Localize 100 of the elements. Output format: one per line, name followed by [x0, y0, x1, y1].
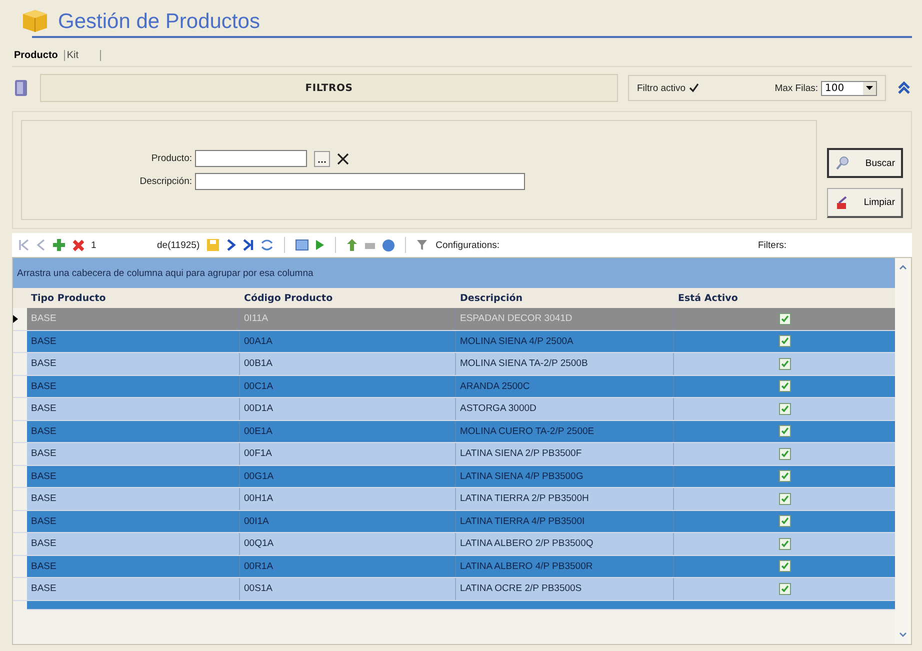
table-cell: BASE	[27, 330, 240, 352]
active-checkbox[interactable]	[778, 560, 790, 572]
first-icon[interactable]	[18, 239, 30, 251]
table-row[interactable]: BASE 00B1A MOLINA SIENA TA-2/P 2500B	[13, 353, 895, 376]
table-cell: BASE	[27, 308, 240, 330]
table-cell: 00G1A	[240, 466, 456, 487]
refresh-icon[interactable]	[260, 238, 274, 252]
table-cell: 00C1A	[240, 376, 456, 397]
table-row[interactable]: BASE 00C1A ARANDA 2500C	[13, 376, 895, 398]
table-cell: ESPADAN DECOR 3041D	[456, 308, 674, 330]
table-row[interactable]: BASE 00D1A ASTORGA 3000D	[13, 398, 895, 420]
table-cell: 00A1A	[240, 330, 456, 352]
delete-icon[interactable]	[72, 238, 85, 252]
last-icon[interactable]	[242, 239, 254, 251]
grid-icon[interactable]	[294, 239, 309, 251]
active-checkbox[interactable]	[778, 515, 790, 528]
scroll-down-icon[interactable]	[899, 632, 907, 638]
table-cell: BASE	[27, 398, 240, 420]
table-cell: 00F1A	[240, 443, 456, 464]
field-label: Producto:	[150, 153, 192, 164]
table-cell: LATINA ALBERO 2/P PB3500Q	[456, 533, 674, 554]
table-row[interactable]: BASE 00Q1A LATINA ALBERO 2/P PB3500Q	[13, 533, 895, 556]
scroll-up-icon[interactable]	[899, 264, 907, 270]
table-cell: 00I1A	[240, 510, 456, 532]
group-hint: Arrastra una cabecera de columna aqui para agrupar por esa columna	[17, 268, 314, 278]
table-row[interactable]: BASE 00H1A LATINA TIERRA 2/P PB3500H	[13, 488, 895, 510]
table-cell: BASE	[27, 510, 240, 532]
table-cell: BASE	[27, 533, 240, 554]
table-cell: 00E1A	[240, 420, 456, 442]
table-cell: BASE	[27, 556, 240, 577]
configurations-label: Configurations:	[436, 240, 501, 250]
field-label: Descripción:	[138, 176, 192, 187]
table-cell: ASTORGA 3000D	[456, 398, 674, 420]
column-header[interactable]: Está Activo	[674, 292, 895, 304]
table-cell: 00D1A	[240, 398, 456, 420]
table-cell: 00Q1A	[240, 533, 456, 554]
table-row[interactable]: BASE 00S1A LATINA OCRE 2/P PB3500S	[13, 578, 895, 600]
table-cell: BASE	[27, 420, 240, 442]
table-cell: BASE	[27, 353, 240, 374]
play-icon[interactable]	[314, 239, 325, 251]
action-button[interactable]: Limpiar	[827, 188, 903, 218]
table-cell: MOLINA CUERO TA-2/P 2500E	[456, 420, 674, 442]
table-cell: BASE	[27, 488, 240, 510]
table-row[interactable]: BASE 00A1A MOLINA SIENA 4/P 2500A	[13, 330, 895, 353]
column-header[interactable]: Tipo Producto	[27, 292, 240, 304]
record-number: 1	[91, 240, 98, 250]
tab[interactable]: Producto	[12, 50, 65, 60]
table-cell: LATINA TIERRA 2/P PB3500H	[456, 488, 674, 510]
table-cell: LATINA SIENA 4/P PB3500G	[456, 466, 674, 487]
active-checkbox[interactable]	[778, 582, 790, 595]
table-cell: BASE	[27, 443, 240, 464]
table-cell: LATINA SIENA 2/P PB3500F	[456, 443, 674, 464]
caret-icon[interactable]	[866, 86, 873, 90]
filter-icon[interactable]	[416, 239, 428, 251]
active-checkbox[interactable]	[778, 470, 790, 482]
active-checkbox[interactable]	[778, 380, 790, 392]
filter-active-label: Filtro activo	[637, 82, 686, 94]
active-checkbox[interactable]	[778, 492, 790, 505]
table-cell: LATINA ALBERO 4/P PB3500R	[456, 556, 674, 577]
export-icon[interactable]	[346, 238, 358, 252]
active-checkbox[interactable]	[778, 448, 790, 460]
active-checkbox[interactable]	[778, 335, 790, 348]
previous-icon[interactable]	[36, 239, 46, 251]
table-cell: MOLINA SIENA 4/P 2500A	[456, 330, 674, 352]
description-field[interactable]	[195, 173, 525, 190]
table-cell: BASE	[27, 578, 240, 600]
column-header[interactable]: Descripción	[456, 292, 674, 304]
close-icon[interactable]	[336, 152, 350, 166]
column-header[interactable]: Código Producto	[240, 292, 456, 304]
table-cell: 00S1A	[240, 578, 456, 600]
filter-active-checkbox[interactable]	[688, 83, 699, 93]
table-cell: BASE	[27, 376, 240, 397]
table-row[interactable]: BASE 00F1A LATINA SIENA 2/P PB3500F	[13, 443, 895, 466]
table-row[interactable]: BASE 00E1A MOLINA CUERO TA-2/P 2500E	[13, 420, 895, 443]
next-icon[interactable]	[226, 239, 236, 251]
record-count: de(11925)	[157, 240, 200, 250]
table-row[interactable]: BASE 00R1A LATINA ALBERO 4/P PB3500R	[13, 556, 895, 578]
table-cell: LATINA TIERRA 4/P PB3500I	[456, 510, 674, 532]
plus-icon[interactable]	[52, 238, 66, 252]
active-checkbox[interactable]	[778, 402, 790, 415]
table-row[interactable]: BASE 00G1A LATINA SIENA 4/P PB3500G	[13, 466, 895, 488]
action-button[interactable]: Buscar	[827, 148, 903, 178]
table-cell: LATINA OCRE 2/P PB3500S	[456, 578, 674, 600]
active-checkbox[interactable]	[778, 358, 790, 370]
search-icon	[835, 155, 851, 171]
active-checkbox[interactable]	[778, 312, 790, 325]
active-checkbox[interactable]	[778, 538, 790, 550]
row-pointer-icon	[13, 314, 18, 323]
product-field[interactable]	[195, 150, 307, 167]
max-rows-dropdown[interactable]: 100	[821, 80, 877, 96]
max-rows-label: Max Filas:	[774, 82, 818, 94]
browse-button[interactable]	[314, 150, 330, 166]
tab[interactable]: Kit	[64, 50, 101, 60]
table-cell: 00B1A	[240, 353, 456, 374]
filter-title: FILTROS	[305, 82, 353, 94]
table-cell: MOLINA SIENA TA-2/P 2500B	[456, 353, 674, 374]
collapse-icon[interactable]	[896, 80, 912, 96]
active-checkbox[interactable]	[778, 425, 790, 438]
table-row[interactable]: BASE 00I1A LATINA TIERRA 4/P PB3500I	[13, 510, 895, 533]
table-cell: 00H1A	[240, 488, 456, 510]
